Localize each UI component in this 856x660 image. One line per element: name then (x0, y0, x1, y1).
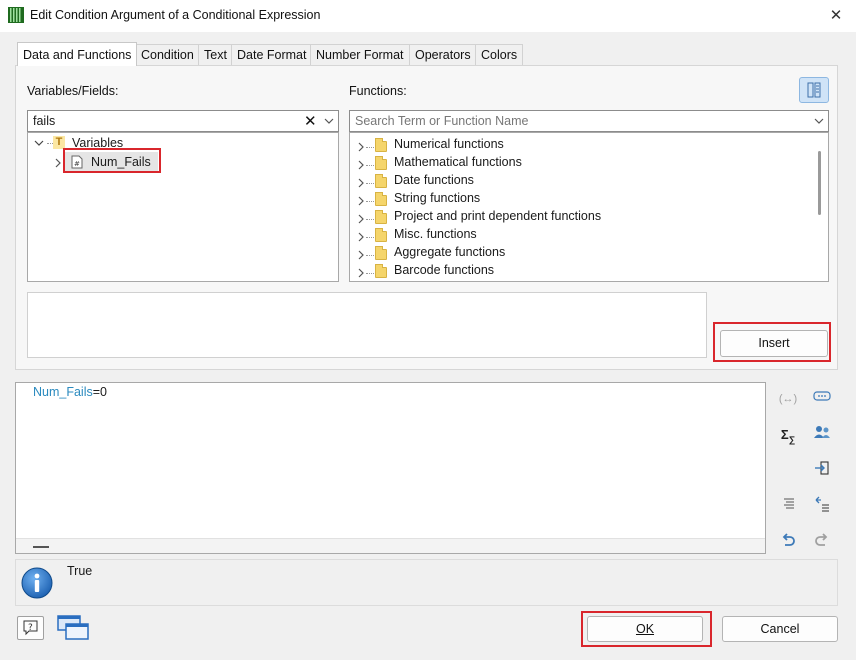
chevron-right-icon[interactable] (357, 196, 365, 206)
title-bar: Edit Condition Argument of a Conditional… (0, 0, 856, 32)
folder-icon (375, 156, 387, 170)
function-item-date[interactable]: Date functions (394, 171, 474, 189)
chevron-right-icon[interactable] (357, 268, 365, 278)
window-title: Edit Condition Argument of a Conditional… (30, 8, 321, 22)
field-list-icon[interactable] (811, 389, 833, 409)
expression-field-token: Num_Fails (33, 385, 93, 399)
chevron-right-icon[interactable] (357, 232, 365, 242)
editor-status-strip (16, 538, 765, 553)
chevron-down-icon[interactable] (34, 139, 44, 147)
cancel-button[interactable]: Cancel (722, 616, 838, 642)
wrap-brackets-icon[interactable]: (↔) (777, 389, 799, 409)
function-item-numerical[interactable]: Numerical functions (394, 135, 504, 153)
function-item-string[interactable]: String functions (394, 189, 480, 207)
sum-icon[interactable]: Σ∑ (777, 425, 799, 445)
function-item-misc[interactable]: Misc. functions (394, 225, 477, 243)
expression-editor[interactable]: Num_Fails=0 (15, 382, 766, 554)
report-app-icon (8, 7, 24, 23)
align-lines-icon[interactable] (777, 496, 799, 516)
tab-operators[interactable]: Operators (409, 44, 477, 65)
redo-icon[interactable] (811, 532, 833, 552)
result-value: True (67, 564, 93, 578)
tab-date-format[interactable]: Date Format (231, 44, 313, 65)
result-panel: True (15, 559, 838, 606)
chevron-right-icon[interactable] (54, 158, 62, 168)
layout-toggle-button[interactable] (799, 77, 829, 103)
tab-condition[interactable]: Condition (135, 44, 200, 65)
variables-filter-input[interactable]: fails ✕ (27, 110, 339, 132)
chevron-right-icon[interactable] (357, 214, 365, 224)
chevron-right-icon[interactable] (357, 160, 365, 170)
layout-toggle-icon (807, 82, 821, 98)
function-item-project-print[interactable]: Project and print dependent functions (394, 207, 601, 225)
function-search-input[interactable]: Search Term or Function Name (349, 110, 829, 132)
functions-label: Functions: (349, 84, 407, 98)
users-icon[interactable] (811, 425, 833, 445)
collapse-icon[interactable] (33, 546, 49, 548)
chevron-down-icon[interactable] (324, 117, 334, 125)
folder-icon (375, 192, 387, 206)
function-item-barcode[interactable]: Barcode functions (394, 261, 494, 279)
highlight-ok (581, 611, 712, 647)
format-expression-icon[interactable] (811, 496, 833, 516)
help-icon: ? (23, 620, 38, 636)
variables-filter-value: fails (33, 114, 56, 128)
function-item-aggregate[interactable]: Aggregate functions (394, 243, 505, 261)
insert-line-icon[interactable] (811, 460, 833, 480)
highlight-insert (713, 322, 831, 362)
expression-operator-token: =0 (92, 385, 108, 399)
folder-icon (375, 174, 387, 188)
tab-colors[interactable]: Colors (475, 44, 524, 65)
chevron-right-icon[interactable] (357, 142, 365, 152)
clear-filter-icon[interactable]: ✕ (304, 112, 317, 130)
chevron-right-icon[interactable] (357, 250, 365, 260)
variables-label: Variables/Fields: (27, 84, 119, 98)
folder-icon (375, 138, 387, 152)
function-item-mathematical[interactable]: Mathematical functions (394, 153, 522, 171)
folder-icon (375, 228, 387, 242)
info-icon (21, 567, 53, 599)
function-search-placeholder: Search Term or Function Name (355, 114, 529, 128)
folder-icon (375, 210, 387, 224)
folder-icon (375, 246, 387, 260)
chevron-down-icon[interactable] (814, 117, 824, 125)
description-box (27, 292, 707, 358)
svg-text:?: ? (28, 623, 33, 633)
help-button[interactable]: ? (17, 616, 44, 640)
windows-icon[interactable] (56, 614, 90, 642)
chevron-right-icon[interactable] (357, 178, 365, 188)
expression-line[interactable]: Num_Fails=0 (33, 385, 107, 399)
tab-text[interactable]: Text (198, 44, 233, 65)
tab-number-format[interactable]: Number Format (310, 44, 410, 65)
close-button[interactable]: ✕ (826, 6, 846, 26)
functions-tree[interactable]: Numerical functions Mathematical functio… (349, 132, 829, 282)
highlight-num-fails (63, 148, 161, 173)
folder-icon (375, 264, 387, 278)
functions-scrollbar[interactable] (818, 151, 821, 215)
undo-icon[interactable] (777, 532, 799, 552)
tab-data-and-functions[interactable]: Data and Functions (17, 42, 138, 66)
